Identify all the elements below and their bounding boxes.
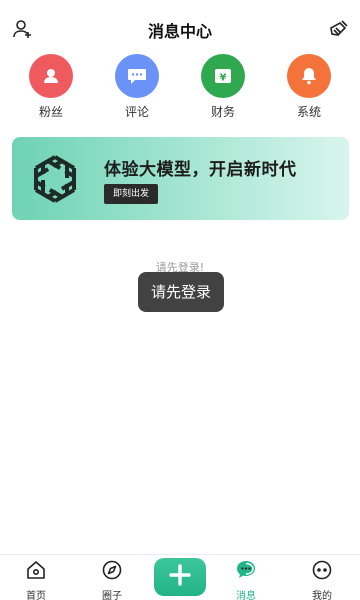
login-toast: 请先登录 bbox=[138, 272, 224, 312]
nav-label: 我的 bbox=[312, 591, 332, 600]
quick-item-system[interactable]: 系统 bbox=[277, 54, 341, 120]
quick-actions: 粉丝 评论 ¥ 财务 系统 bbox=[0, 54, 360, 120]
home-icon bbox=[25, 559, 47, 585]
banner-cta-button[interactable]: 即刻出发 bbox=[104, 184, 158, 204]
plus-icon bbox=[168, 563, 192, 591]
finance-yen-icon: ¥ bbox=[201, 54, 245, 98]
comment-icon bbox=[115, 54, 159, 98]
ai-knot-logo bbox=[24, 148, 86, 210]
profile-icon bbox=[311, 559, 333, 585]
quick-item-label: 财务 bbox=[210, 105, 235, 119]
svg-text:¥: ¥ bbox=[220, 73, 227, 84]
page-title: 消息中心 bbox=[147, 22, 212, 41]
compass-icon bbox=[101, 559, 123, 585]
nav-item-home[interactable]: 首页 bbox=[6, 559, 66, 600]
quick-item-comments[interactable]: 评论 bbox=[105, 54, 169, 120]
bell-icon bbox=[287, 54, 331, 98]
nav-label: 首页 bbox=[26, 591, 46, 600]
quick-item-label: 系统 bbox=[296, 105, 321, 119]
nav-item-profile[interactable]: 我的 bbox=[292, 559, 352, 600]
nav-item-messages[interactable]: 消息 bbox=[216, 559, 276, 600]
fans-icon bbox=[29, 54, 73, 98]
nav-label: 圈子 bbox=[102, 591, 122, 600]
quick-item-label: 粉丝 bbox=[38, 105, 63, 119]
broom-clear-icon[interactable] bbox=[328, 18, 350, 40]
banner-headline: 体验大模型，开启新时代 bbox=[104, 160, 297, 180]
create-post-button[interactable] bbox=[154, 558, 206, 596]
nav-label: 消息 bbox=[236, 591, 256, 600]
quick-item-finance[interactable]: ¥ 财务 bbox=[191, 54, 255, 120]
quick-item-label: 评论 bbox=[124, 105, 149, 119]
promo-banner[interactable]: 体验大模型，开启新时代 即刻出发 bbox=[12, 137, 349, 220]
header: 消息中心 bbox=[0, 0, 360, 58]
nav-item-circle[interactable]: 圈子 bbox=[82, 559, 142, 600]
quick-item-fans[interactable]: 粉丝 bbox=[19, 54, 83, 120]
message-icon bbox=[235, 559, 257, 585]
